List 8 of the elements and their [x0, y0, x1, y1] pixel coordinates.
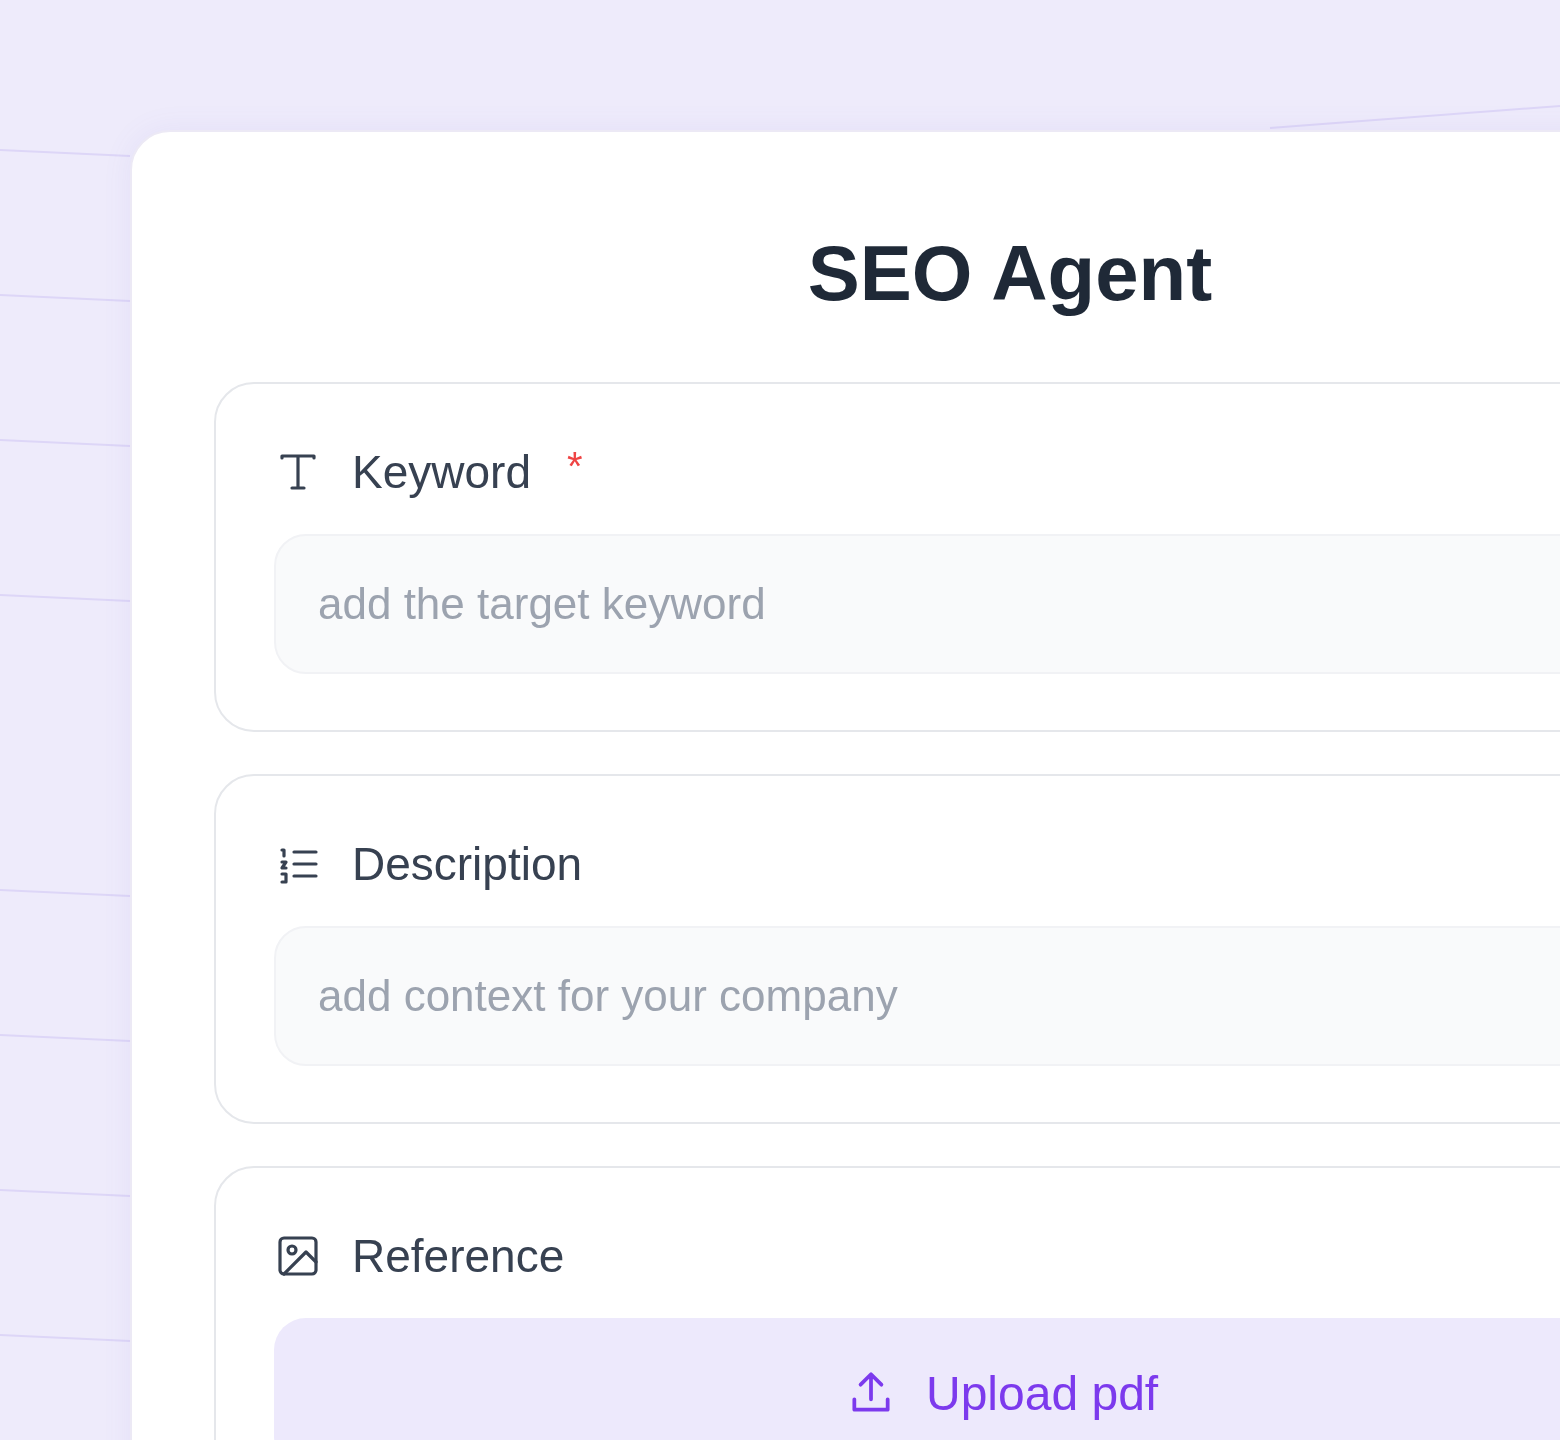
- page-title: SEO Agent: [806, 228, 1214, 318]
- input-field[interactable]: add context for your company: [274, 926, 1560, 1066]
- field-label: Description: [352, 837, 583, 892]
- field-label: Reference: [352, 1229, 565, 1284]
- required-mark: *: [566, 444, 583, 489]
- input-field[interactable]: add the target keyword: [274, 534, 1560, 674]
- field-label: Keyword: [352, 445, 531, 500]
- upload-button[interactable]: Upload pdf: [274, 1318, 1560, 1440]
